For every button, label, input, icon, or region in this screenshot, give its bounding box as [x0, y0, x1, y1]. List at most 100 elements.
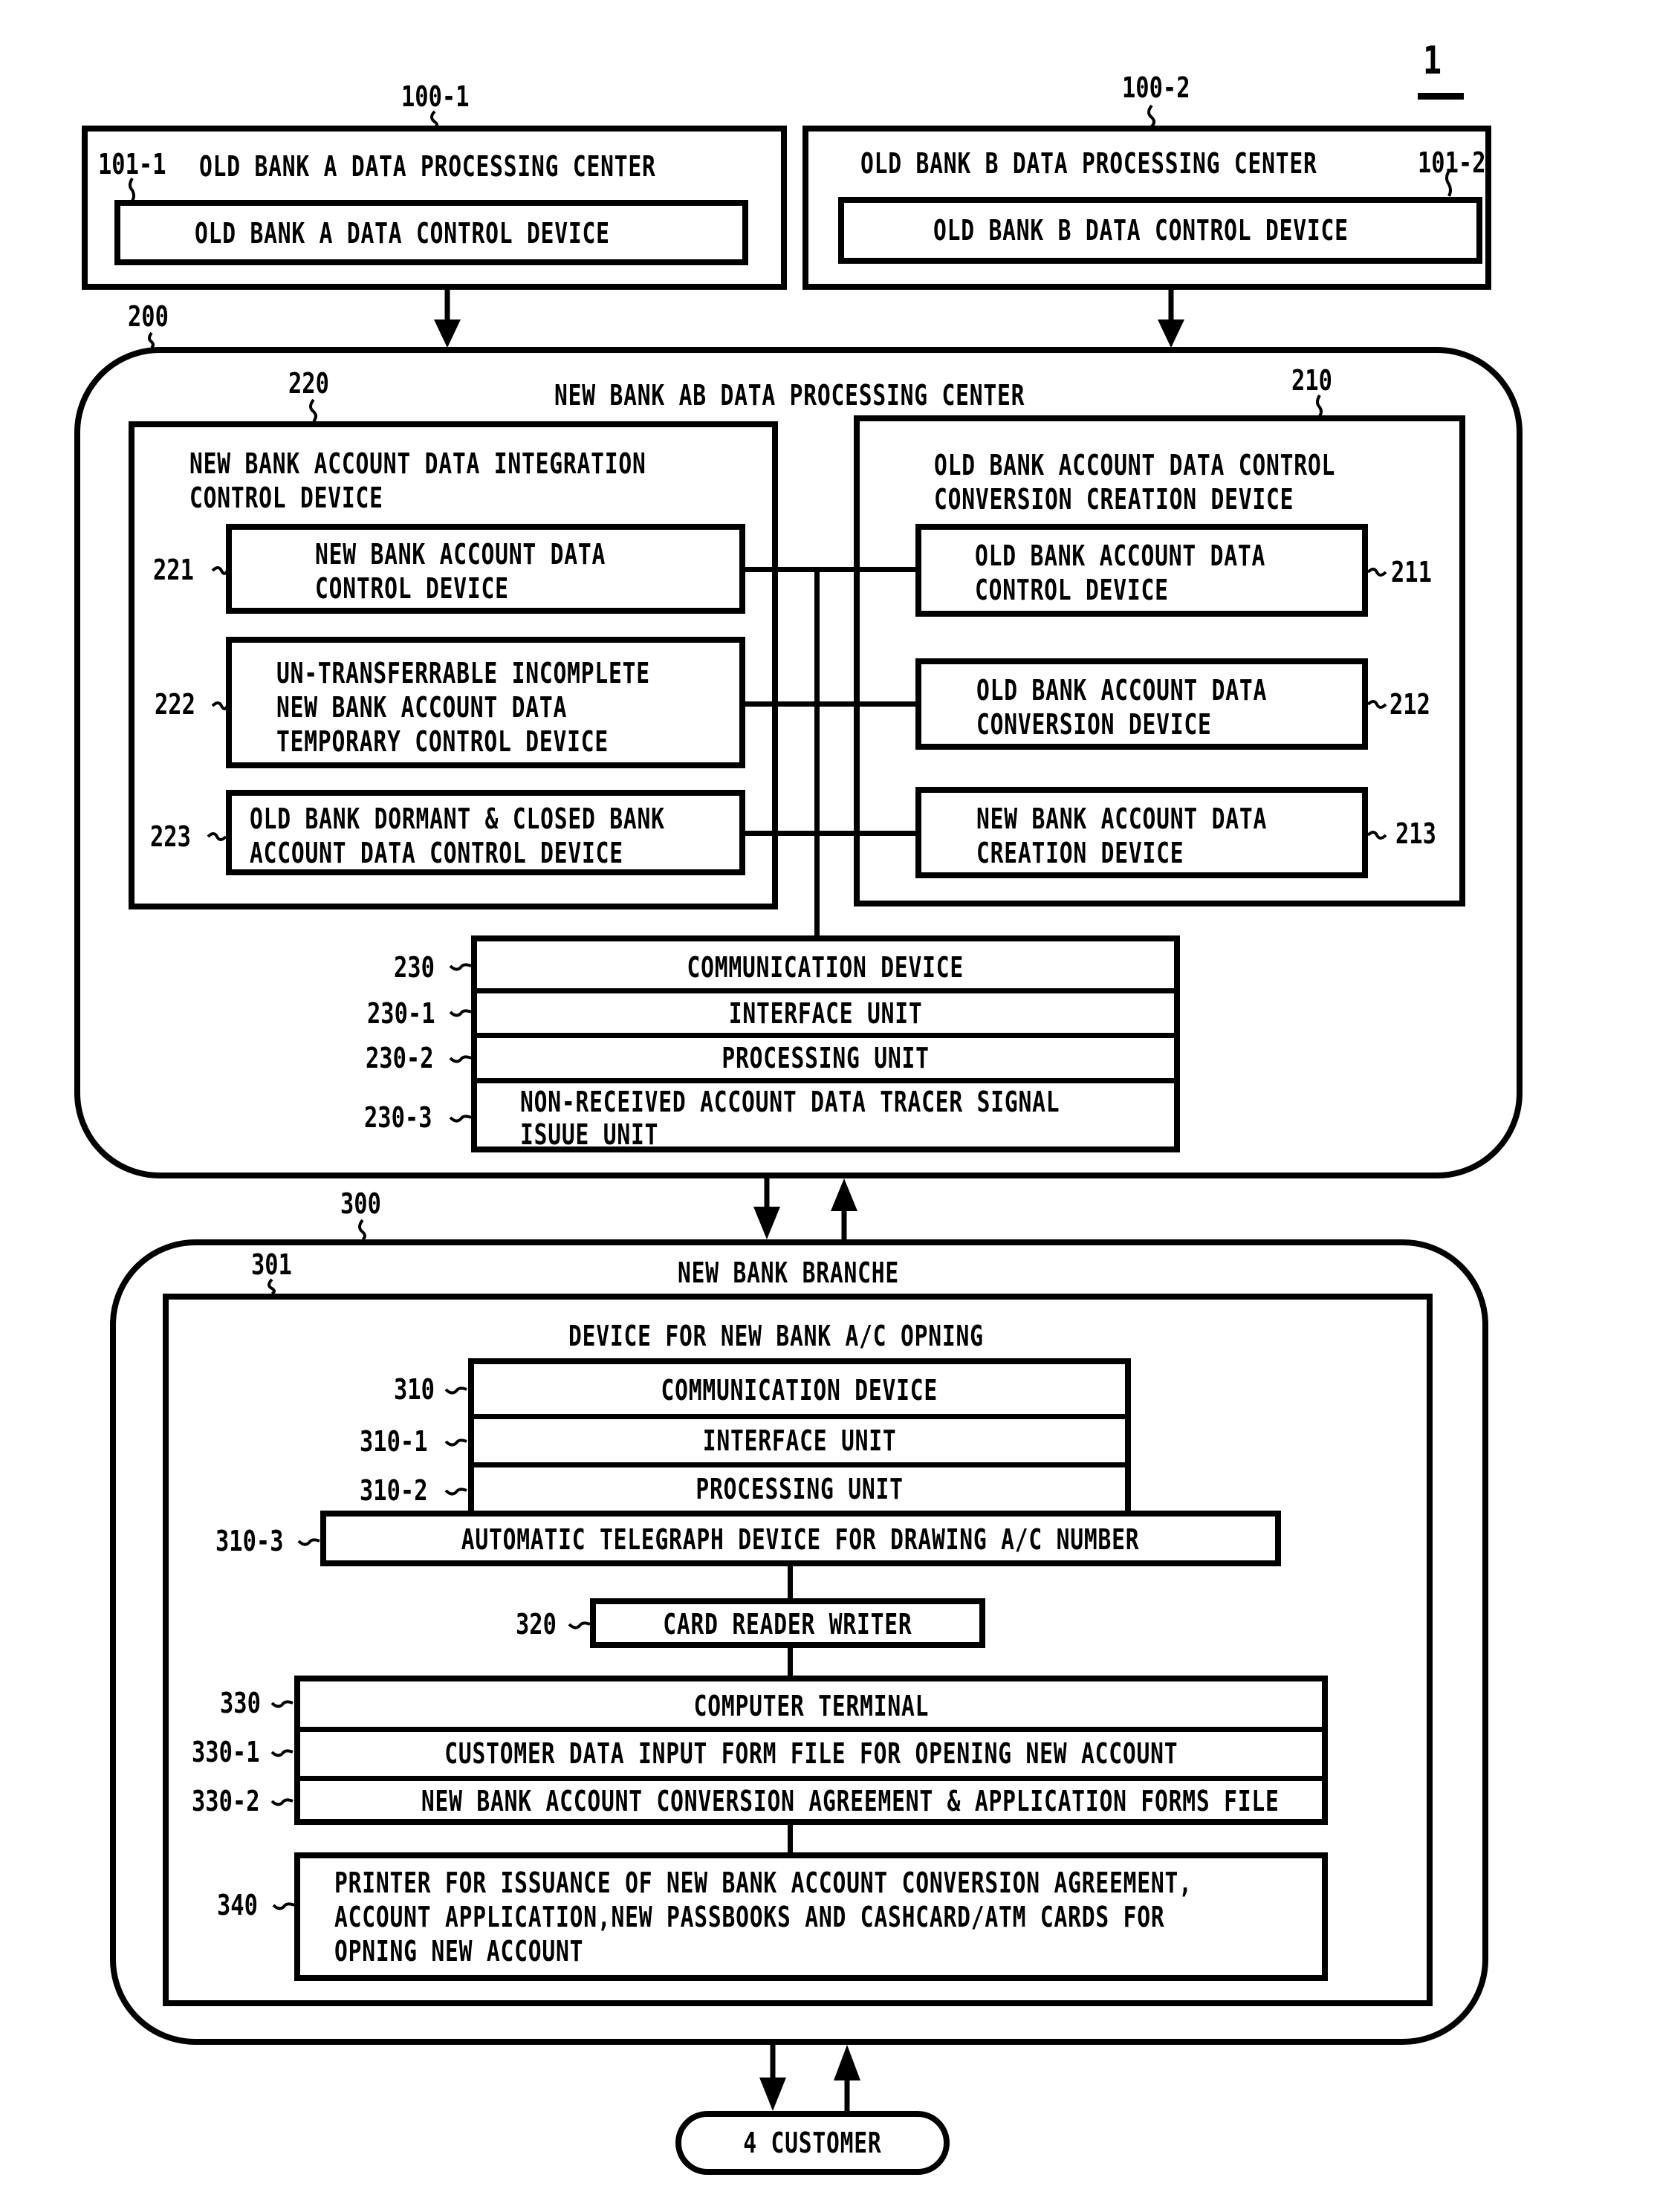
connector-310-3-to-320: [788, 1566, 793, 1598]
old-bank-b-data-control-device: OLD BANK B DATA CONTROL DEVICE: [838, 197, 1482, 264]
ref-label-230-2: 230-2: [366, 1042, 434, 1074]
device-222-line3: TEMPORARY CONTROL DEVICE: [276, 725, 609, 758]
ref-label-101-2: 101-2: [1418, 146, 1486, 179]
row-310-label: COMMUNICATION DEVICE: [661, 1374, 938, 1407]
figure-number: 1: [1423, 39, 1442, 83]
ref-label-310-3: 310-3: [215, 1525, 284, 1557]
ref-label-310-1: 310-1: [360, 1425, 428, 1458]
new-bank-ab-center-title: NEW BANK AB DATA PROCESSING CENTER: [554, 379, 1025, 412]
card-reader-writer: CARD READER WRITER: [590, 1598, 985, 1648]
row-330-label: COMPUTER TERMINAL: [693, 1690, 929, 1722]
printer-line1: PRINTER FOR ISSUANCE OF NEW BANK ACCOUNT…: [334, 1866, 1193, 1899]
old-bank-a-device-label: OLD BANK A DATA CONTROL DEVICE: [195, 217, 610, 250]
device-221-line2: CONTROL DEVICE: [315, 572, 509, 605]
row-310-1: INTERFACE UNIT: [474, 1414, 1125, 1462]
ref-label-101-1: 101-1: [98, 148, 166, 181]
row-230-2: PROCESSING UNIT: [477, 1033, 1174, 1078]
device-211-line2: CONTROL DEVICE: [975, 574, 1169, 606]
ref-label-330-1: 330-1: [192, 1736, 260, 1768]
connector-330-to-340: [788, 1825, 793, 1852]
row-230-3-line2: ISUUE UNIT: [520, 1118, 659, 1151]
untransferrable-incomplete-data-device: UN-TRANSFERRABLE INCOMPLETE NEW BANK ACC…: [226, 637, 745, 768]
connector-221-211: [745, 567, 915, 572]
ref-label-330-2: 330-2: [192, 1785, 260, 1817]
ref-label-100-1: 100-1: [401, 80, 470, 113]
device-301-title: DEVICE FOR NEW BANK A/C OPNING: [568, 1320, 984, 1352]
figure-number-underline: [1418, 93, 1464, 100]
new-bank-account-data-control-device: NEW BANK ACCOUNT DATA CONTROL DEVICE: [226, 524, 745, 614]
device-221-line1: NEW BANK ACCOUNT DATA: [315, 538, 606, 571]
ref-label-211: 211: [1391, 556, 1432, 588]
new-bank-branch-title: NEW BANK BRANCHE: [678, 1256, 899, 1289]
ref-label-300: 300: [340, 1187, 381, 1220]
conversion-title-line2: CONVERSION CREATION DEVICE: [934, 483, 1294, 516]
ref-label-310-2: 310-2: [360, 1474, 428, 1507]
conversion-title-line1: OLD BANK ACCOUNT DATA CONTROL: [934, 449, 1336, 481]
row-330-2-label: NEW BANK ACCOUNT CONVERSION AGREEMENT & …: [421, 1785, 1280, 1817]
leader-300: [358, 1219, 366, 1241]
row-330-1: CUSTOMER DATA INPUT FORM FILE FOR OPENIN…: [300, 1727, 1322, 1776]
ref-label-200: 200: [128, 300, 169, 333]
integration-title-line1: NEW BANK ACCOUNT DATA INTEGRATION: [189, 447, 646, 480]
old-bank-account-data-control-device: OLD BANK ACCOUNT DATA CONTROL DEVICE: [915, 524, 1368, 617]
communication-device-230: COMMUNICATION DEVICE INTERFACE UNIT PROC…: [471, 935, 1180, 1152]
ref-label-340: 340: [217, 1889, 258, 1921]
ref-label-330: 330: [220, 1687, 261, 1719]
ref-label-230-1: 230-1: [367, 997, 435, 1030]
old-bank-account-data-conversion-device: OLD BANK ACCOUNT DATA CONVERSION DEVICE: [915, 658, 1368, 750]
automatic-telegraph-device: AUTOMATIC TELEGRAPH DEVICE FOR DRAWING A…: [320, 1511, 1281, 1566]
row-230-2-label: PROCESSING UNIT: [722, 1042, 930, 1074]
ref-label-210: 210: [1291, 364, 1332, 397]
device-213-line1: NEW BANK ACCOUNT DATA: [976, 802, 1268, 835]
row-230-3: NON-RECEIVED ACCOUNT DATA TRACER SIGNAL …: [477, 1078, 1174, 1151]
customer-terminal: 4 CUSTOMER: [675, 2111, 950, 2175]
ref-label-230: 230: [394, 951, 435, 984]
card-reader-label: CARD READER WRITER: [663, 1608, 912, 1641]
leader-100-2: [1147, 104, 1155, 128]
ref-label-301: 301: [251, 1248, 292, 1281]
row-230-3-line1: NON-RECEIVED ACCOUNT DATA TRACER SIGNAL: [520, 1086, 1060, 1118]
device-211-line1: OLD BANK ACCOUNT DATA: [975, 539, 1266, 572]
computer-terminal: COMPUTER TERMINAL CUSTOMER DATA INPUT FO…: [294, 1676, 1328, 1825]
device-212-line1: OLD BANK ACCOUNT DATA: [976, 674, 1268, 707]
device-212-line2: CONVERSION DEVICE: [976, 708, 1212, 741]
device-222-line2: NEW BANK ACCOUNT DATA: [276, 691, 568, 724]
ref-label-310: 310: [394, 1373, 435, 1406]
old-bank-a-center-title: OLD BANK A DATA PROCESSING CENTER: [199, 150, 656, 183]
arrowhead-down-icon: [753, 1207, 780, 1239]
row-330-2: NEW BANK ACCOUNT CONVERSION AGREEMENT & …: [300, 1776, 1322, 1820]
arrowhead-down-icon: [434, 320, 461, 348]
ref-label-220: 220: [288, 367, 329, 400]
new-bank-account-data-creation-device: NEW BANK ACCOUNT DATA CREATION DEVICE: [915, 787, 1368, 878]
old-bank-b-center-title: OLD BANK B DATA PROCESSING CENTER: [860, 147, 1317, 180]
ref-label-320: 320: [516, 1608, 557, 1641]
row-230-1: INTERFACE UNIT: [477, 988, 1174, 1033]
connector-222-212: [745, 701, 915, 707]
row-310-2: PROCESSING UNIT: [474, 1462, 1125, 1514]
row-310-1-label: INTERFACE UNIT: [702, 1424, 897, 1457]
device-222-line1: UN-TRANSFERRABLE INCOMPLETE: [276, 657, 650, 690]
arrowhead-down-icon: [759, 2078, 786, 2111]
ref-label-213: 213: [1395, 817, 1436, 850]
integration-title-line2: CONTROL DEVICE: [189, 481, 383, 514]
ref-label-221: 221: [153, 554, 194, 586]
old-bank-a-center: 101-1 OLD BANK A DATA PROCESSING CENTER …: [82, 126, 787, 290]
connector-223-213: [745, 831, 915, 836]
arrowhead-up-icon: [834, 2045, 860, 2080]
connector-320-to-330: [788, 1648, 793, 1676]
ref-label-230-3: 230-3: [364, 1101, 432, 1134]
row-310-2-label: PROCESSING UNIT: [695, 1473, 904, 1505]
row-230-1-label: INTERFACE UNIT: [728, 997, 923, 1030]
customer-label: 4 CUSTOMER: [743, 2127, 882, 2159]
ref-label-222: 222: [155, 688, 195, 721]
leader-200: [148, 331, 155, 349]
ref-label-212: 212: [1390, 688, 1430, 721]
ref-label-223: 223: [150, 820, 191, 853]
row-330-1-label: CUSTOMER DATA INPUT FORM FILE FOR OPENIN…: [444, 1737, 1178, 1770]
device-213-line2: CREATION DEVICE: [976, 837, 1184, 869]
old-bank-a-data-control-device: OLD BANK A DATA CONTROL DEVICE: [114, 200, 748, 265]
device-223-line1: OLD BANK DORMANT & CLOSED BANK: [250, 802, 665, 835]
printer-line2: ACCOUNT APPLICATION,NEW PASSBOOKS AND CA…: [334, 1901, 1165, 1933]
row-230-label: COMMUNICATION DEVICE: [687, 951, 964, 984]
dormant-closed-account-device: OLD BANK DORMANT & CLOSED BANK ACCOUNT D…: [226, 790, 745, 875]
